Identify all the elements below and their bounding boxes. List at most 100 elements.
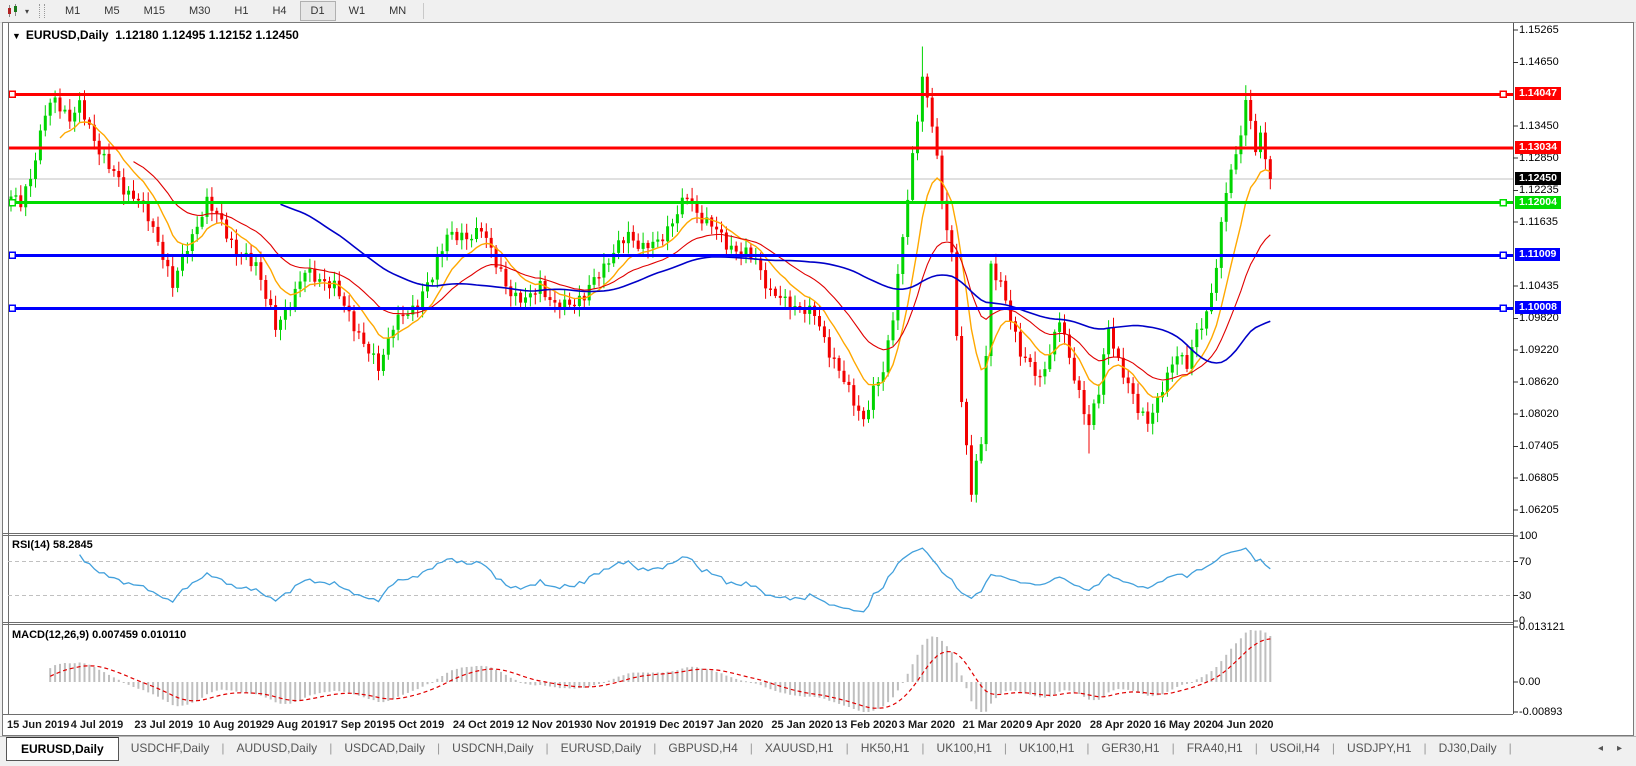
date-tick-label: 9 Apr 2020 — [1026, 719, 1082, 731]
timeframe-button-mn[interactable]: MN — [378, 1, 417, 21]
date-tick-label: 16 May 2020 — [1153, 719, 1218, 731]
date-tick-label: 10 Aug 2019 — [198, 719, 262, 731]
rsi-tick-label: 70 — [1519, 555, 1532, 568]
chart-tool-dropdown-caret-icon[interactable]: ▾ — [25, 7, 29, 16]
price-tick-label: 1.06805 — [1519, 472, 1559, 485]
macd-indicator-label: MACD(12,26,9) 0.007459 0.010110 — [12, 629, 187, 641]
chart-tab-ger30-h1[interactable]: GER30,H1 — [1090, 737, 1172, 759]
tab-scroll-arrows: ◂ ▸ — [1598, 737, 1636, 754]
macd-tick-label: 0.013121 — [1519, 621, 1565, 633]
hline-1.13034 — [8, 146, 1513, 150]
macd-signal-line — [49, 638, 1271, 709]
date-tick-label: 21 Mar 2020 — [962, 719, 1025, 731]
chart-tab-hk50-h1[interactable]: HK50,H1 — [849, 737, 922, 759]
chart-tool-button[interactable]: ▾ — [0, 0, 33, 22]
price-tick-label: 1.11635 — [1519, 216, 1558, 229]
chart-tabbar: EURUSD,Daily USDCHF,Daily | AUDUSD,Daily | US… — [0, 736, 1636, 766]
date-tick-label: 24 Oct 2019 — [452, 719, 515, 731]
date-tick-label: 12 Nov 2019 — [516, 719, 581, 731]
chart-window: ▼ EURUSD,Daily 1.12180 1.12495 1.12152 1.… — [2, 22, 1634, 736]
chart-tab-fra40-h1[interactable]: FRA40,H1 — [1175, 737, 1255, 759]
date-tick-label: 25 Jan 2020 — [771, 719, 834, 731]
date-tick-label: 29 Aug 2019 — [261, 719, 326, 731]
toolbar-divider — [423, 3, 425, 19]
hline-1.14047 — [8, 92, 1513, 96]
date-tick-label: 17 Sep 2019 — [325, 719, 389, 731]
price-tick-label: 1.09220 — [1519, 344, 1559, 357]
date-tick-label: 30 Nov 2019 — [580, 719, 644, 731]
price-tick-label: 1.13450 — [1519, 120, 1559, 132]
candlestick-chart-tool-icon — [8, 4, 17, 17]
hline-1.12004 — [8, 201, 1513, 205]
date-tick-label: 19 Dec 2019 — [644, 719, 707, 731]
rsi-line — [79, 547, 1271, 613]
rsi-tick-label: 30 — [1519, 589, 1532, 602]
chart-tab-eurusd-daily[interactable]: EURUSD,Daily — [549, 737, 654, 759]
timeframe-button-d1[interactable]: D1 — [299, 1, 336, 21]
rsi-tick-label: 100 — [1519, 530, 1538, 542]
tab-scroll-left-icon[interactable]: ◂ — [1598, 743, 1603, 754]
macd-tick-label: -0.00893 — [1519, 706, 1563, 718]
chart-tab-dj30-daily[interactable]: DJ30,Daily — [1427, 737, 1509, 759]
macd-tick-label: 0.00 — [1519, 676, 1541, 688]
timeframe-button-m1[interactable]: M1 — [54, 1, 91, 21]
chart-tab-audusd-daily[interactable]: AUDUSD,Daily — [225, 737, 330, 759]
price-badge-1.12004: 1.12004 — [1515, 195, 1561, 209]
chart-title: ▼ EURUSD,Daily 1.12180 1.12495 1.12152 1.… — [12, 28, 299, 42]
chart-tab-uk100-h1[interactable]: UK100,H1 — [1007, 737, 1086, 759]
candlesticks — [9, 46, 1272, 503]
date-tick-label: 28 Apr 2020 — [1089, 719, 1152, 731]
price-badge-1.14047: 1.14047 — [1515, 87, 1561, 101]
date-tick-label: 15 Jun 2019 — [7, 719, 70, 731]
chart-tab-usdcad-daily[interactable]: USDCAD,Daily — [332, 737, 437, 759]
chart-tab-gbpusd-h4[interactable]: GBPUSD,H4 — [656, 737, 749, 759]
chart-tab-usoil-h4[interactable]: USOil,H4 — [1258, 737, 1332, 759]
chart-title-caret-icon[interactable]: ▼ — [12, 31, 21, 41]
chart-tab-xauusd-h1[interactable]: XAUUSD,H1 — [753, 737, 846, 759]
price-badge-1.11009: 1.11009 — [1515, 248, 1561, 262]
timeframe-button-m30[interactable]: M30 — [178, 1, 221, 21]
price-tick-label: 1.06205 — [1519, 503, 1559, 516]
date-tick-label: 4 Jul 2019 — [70, 719, 124, 731]
price-badge-1.10008: 1.10008 — [1515, 301, 1561, 315]
date-tick-label: 4 Jun 2020 — [1217, 719, 1274, 731]
top-toolbar: ▾ M1 M5 M15 M30 H1 H4 D1 W1 MN — [0, 0, 1636, 23]
chart-ohlc-values: 1.12180 1.12495 1.12152 1.12450 — [115, 28, 299, 42]
chart-tab-usdchf-daily[interactable]: USDCHF,Daily — [119, 737, 222, 759]
chart-tab-usdjpy-h1[interactable]: USDJPY,H1 — [1335, 737, 1423, 759]
price-tick-label: 1.08020 — [1519, 407, 1559, 420]
price-tick-label: 1.07405 — [1519, 440, 1559, 453]
hline-1.11009 — [8, 253, 1513, 257]
date-tick-label: 23 Jul 2019 — [134, 719, 194, 731]
chart-tab-uk100-h1[interactable]: UK100,H1 — [925, 737, 1004, 759]
timeframe-button-group: M1 M5 M15 M30 H1 H4 D1 W1 MN — [53, 1, 418, 21]
timeframe-button-m5[interactable]: M5 — [93, 1, 130, 21]
price-badge-1.12450: 1.12450 — [1515, 172, 1561, 185]
chart-tabs: EURUSD,Daily USDCHF,Daily | AUDUSD,Daily | US… — [0, 737, 1512, 761]
price-chart-canvas[interactable] — [3, 23, 1633, 735]
timeframe-button-h4[interactable]: H4 — [261, 1, 297, 21]
tab-divider: | — [1508, 741, 1512, 755]
chart-symbol-label: EURUSD,Daily — [25, 28, 109, 42]
date-tick-label: 7 Jan 2020 — [707, 719, 764, 731]
chart-tab-usdcnh-daily[interactable]: USDCNH,Daily — [440, 737, 545, 759]
chart-tab-eurusd-daily[interactable]: EURUSD,Daily — [6, 737, 119, 761]
price-tick-label: 1.12235 — [1519, 184, 1559, 197]
price-tick-label: 1.14650 — [1519, 56, 1559, 69]
date-tick-label: 3 Mar 2020 — [898, 719, 956, 731]
hline-1.10008 — [8, 306, 1513, 310]
rsi-indicator-label: RSI(14) 58.2845 — [12, 539, 93, 551]
price-tick-label: 1.15265 — [1519, 23, 1559, 36]
price-badge-1.13034: 1.13034 — [1515, 141, 1561, 155]
toolbar-grip-handle[interactable] — [39, 4, 46, 18]
macd-histogram — [49, 630, 1272, 712]
price-tick-label: 1.08620 — [1519, 375, 1559, 388]
timeframe-button-w1[interactable]: W1 — [338, 1, 377, 21]
trading-terminal: { "toolbar": { "chart_tool_icon": "candl… — [0, 0, 1636, 766]
timeframe-button-m15[interactable]: M15 — [133, 1, 176, 21]
tab-scroll-right-icon[interactable]: ▸ — [1617, 743, 1622, 754]
date-tick-label: 13 Feb 2020 — [835, 719, 898, 731]
date-tick-label: 5 Oct 2019 — [389, 719, 445, 731]
price-tick-label: 1.10435 — [1519, 279, 1559, 292]
timeframe-button-h1[interactable]: H1 — [223, 1, 259, 21]
